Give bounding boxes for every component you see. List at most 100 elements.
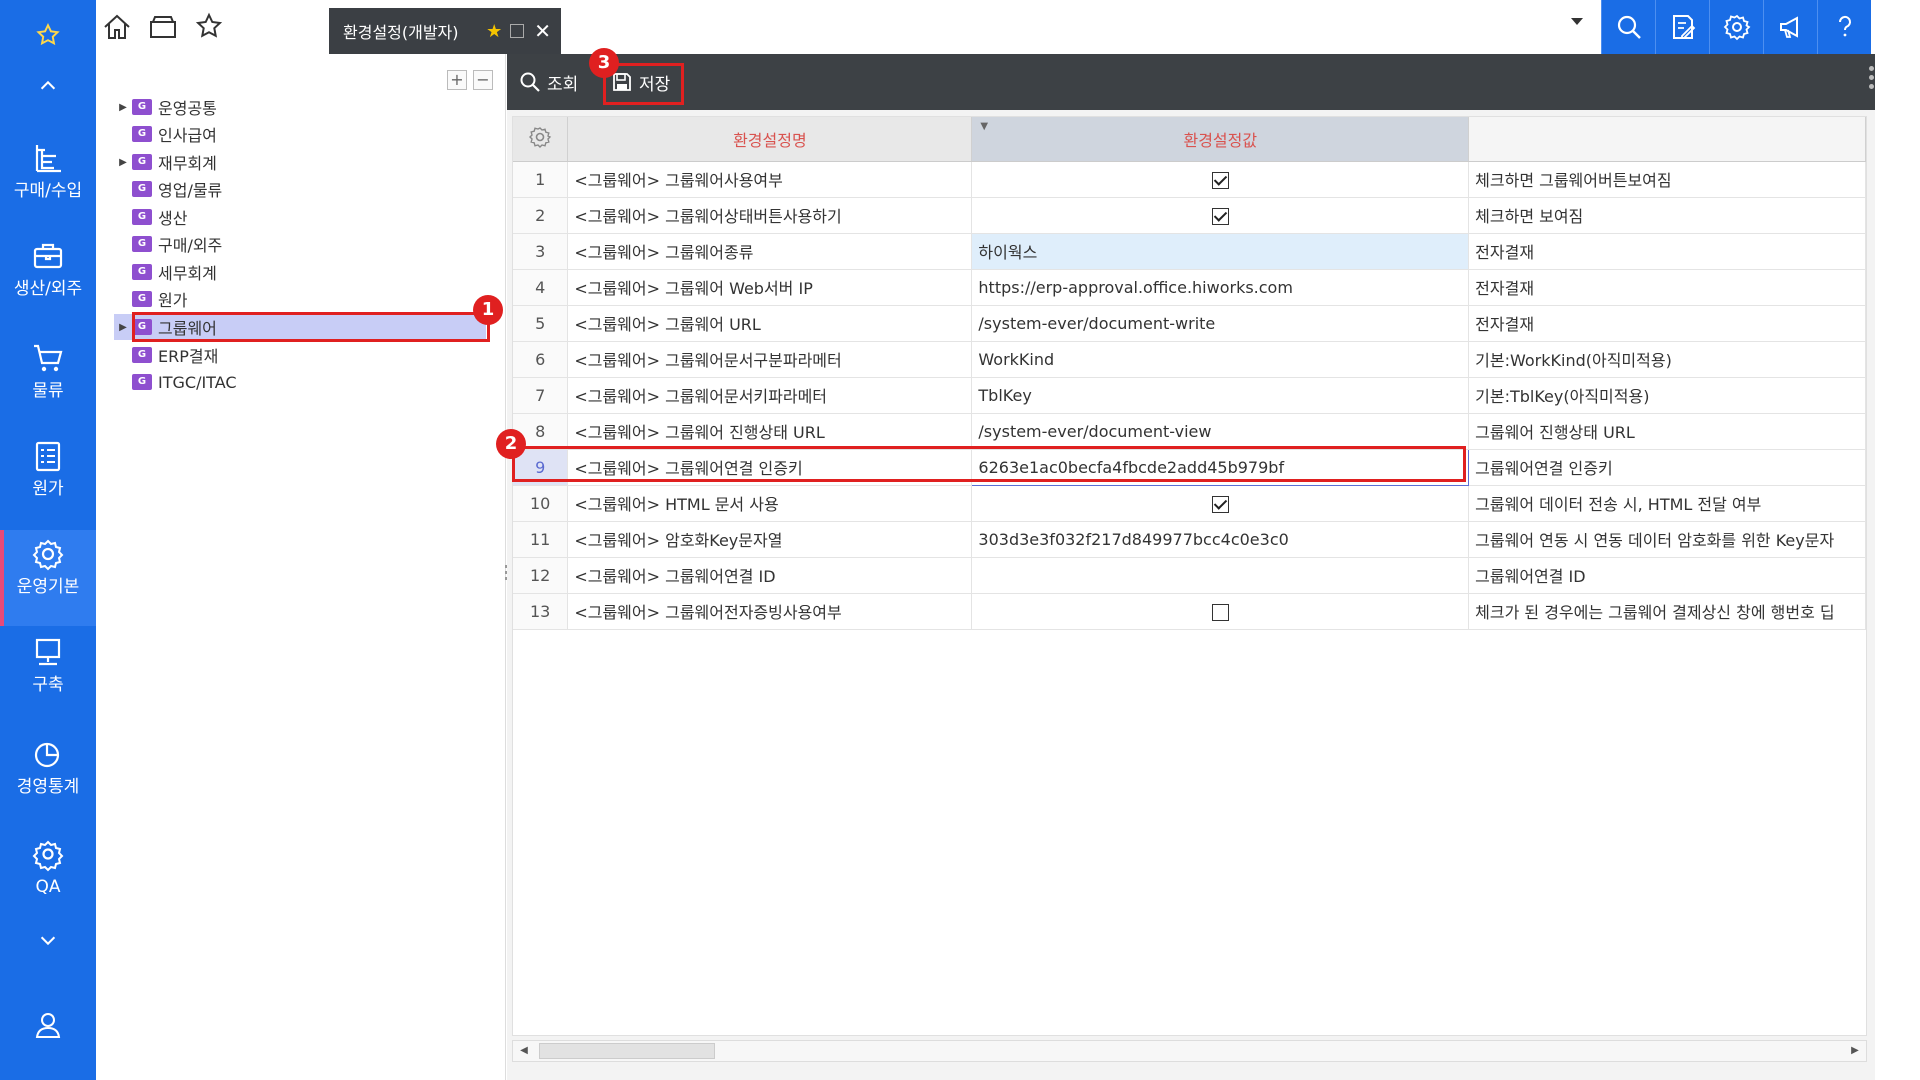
- tree-item[interactable]: G 영업/물류: [114, 176, 222, 202]
- cart-icon: [34, 344, 63, 372]
- tree-item[interactable]: ▶ G 운영공통: [114, 94, 217, 120]
- table-row[interactable]: 9 <그룹웨어> 그룹웨어연결 인증키 6263e1ac0becfa4fbcde2a…: [513, 448, 1866, 486]
- table-row[interactable]: 5 <그룹웨어> 그룹웨어 URL/system-ever/document-wr…: [513, 305, 1866, 342]
- tree-item[interactable]: G 원가: [114, 286, 187, 312]
- setting-name-cell: <그룹웨어> 그룹웨어 Web서버 IP: [567, 269, 973, 306]
- row-number: 3: [513, 233, 569, 270]
- setting-checkbox[interactable]: [1211, 495, 1229, 513]
- scroll-right-icon[interactable]: ▶: [1844, 1041, 1866, 1061]
- user-profile-icon[interactable]: [0, 1010, 96, 1047]
- tree-item[interactable]: G ITGC/ITAC: [114, 369, 237, 395]
- row-number: 12: [513, 557, 569, 594]
- setting-name-cell: <그룹웨어> 그룹웨어연결 인증키: [567, 449, 973, 486]
- tab-title: 환경설정(개발자): [343, 23, 459, 42]
- setting-value-cell[interactable]: 303d3e3f032f217d849977bcc4c0e3c0: [971, 521, 1470, 558]
- collapse-all-button[interactable]: −: [473, 70, 493, 90]
- table-row[interactable]: 2 <그룹웨어> 그룹웨어상태버튼사용하기 체크하면 보여짐: [513, 197, 1866, 234]
- tree-item[interactable]: G 인사급여: [114, 121, 217, 147]
- expand-arrow-icon[interactable]: ▶: [114, 322, 132, 333]
- setting-name-cell: <그룹웨어> HTML 문서 사용: [567, 485, 973, 522]
- save-button[interactable]: 저장: [611, 66, 670, 98]
- table-row[interactable]: 10 <그룹웨어> HTML 문서 사용 그룹웨어 데이터 전송 시, HTML 전…: [513, 485, 1866, 522]
- restore-window-icon[interactable]: [510, 24, 525, 38]
- step-badge-3: 3: [589, 48, 619, 78]
- table-row[interactable]: 3 <그룹웨어> 그룹웨어종류 하이웍스 전자결재: [513, 233, 1866, 270]
- memo-button[interactable]: [1655, 0, 1709, 54]
- table-row[interactable]: 7 <그룹웨어> 그룹웨어문서키파라메터 TblKey 기본:TblKey(아직미적용…: [513, 377, 1866, 414]
- settings-button[interactable]: [1709, 0, 1763, 54]
- folder-icon[interactable]: [146, 10, 180, 44]
- expand-arrow-icon[interactable]: ▶: [114, 102, 132, 113]
- setting-checkbox[interactable]: [1211, 603, 1229, 621]
- scroll-left-icon[interactable]: ◀: [513, 1041, 535, 1061]
- home-icon[interactable]: [100, 10, 134, 44]
- favorites-star-icon[interactable]: [0, 22, 96, 55]
- table-row[interactable]: 1 <그룹웨어> 그룹웨어사용여부 체크하면 그룹웨어버튼보여짐: [513, 161, 1866, 198]
- nav-item-build[interactable]: 구축: [0, 628, 96, 724]
- collapse-up-icon[interactable]: [0, 74, 96, 104]
- nav-item-operations[interactable]: 운영기본: [0, 530, 96, 626]
- tree-item[interactable]: G 세무회계: [114, 259, 217, 285]
- expand-all-button[interactable]: +: [447, 70, 467, 90]
- tree-item[interactable]: ▶ G 재무회계: [114, 149, 217, 175]
- help-button[interactable]: [1817, 0, 1871, 54]
- nav-item-statistics[interactable]: 경영통계: [0, 730, 96, 826]
- setting-value-cell[interactable]: [971, 197, 1470, 234]
- setting-checkbox[interactable]: [1211, 207, 1229, 225]
- setting-value-cell[interactable]: [971, 557, 1470, 594]
- column-header-name[interactable]: 환경설정명: [567, 117, 973, 162]
- setting-value-cell[interactable]: /system-ever/document-view: [971, 413, 1470, 450]
- close-icon[interactable]: ✕: [534, 19, 551, 43]
- nav-item-production[interactable]: 생산/외주: [0, 232, 96, 328]
- search-button[interactable]: [1601, 0, 1655, 54]
- tree-item-groupware[interactable]: ▶ G 그룹웨어: [114, 314, 486, 340]
- nav-item-label: 경영통계: [16, 777, 80, 797]
- nav-item-label: 구축: [32, 675, 64, 695]
- setting-name-cell: <그룹웨어> 그룹웨어전자증빙사용여부: [567, 593, 973, 630]
- setting-value-cell[interactable]: [971, 161, 1470, 198]
- right-margin: [1875, 0, 1920, 1080]
- query-button[interactable]: 조회: [519, 66, 578, 98]
- table-row[interactable]: 6 <그룹웨어> 그룹웨어문서구분파라메터 WorkKind 기본:WorkKind(…: [513, 341, 1866, 378]
- setting-checkbox[interactable]: [1211, 171, 1229, 189]
- setting-value-cell[interactable]: [971, 593, 1470, 630]
- favorite-star-icon[interactable]: ★: [486, 21, 502, 42]
- expand-arrow-icon[interactable]: ▶: [114, 157, 132, 168]
- bookmark-star-icon[interactable]: [192, 10, 226, 44]
- module-icon: G: [132, 126, 152, 142]
- tree-item[interactable]: G ERP결재: [114, 342, 218, 368]
- nav-item-logistics[interactable]: 물류: [0, 334, 96, 430]
- setting-value-cell[interactable]: 6263e1ac0becfa4fbcde2add45b979bf: [971, 448, 1470, 486]
- step-badge-2: 2: [496, 429, 526, 459]
- setting-description-cell: 전자결재: [1468, 305, 1866, 342]
- setting-value-cell[interactable]: WorkKind: [971, 341, 1470, 378]
- table-row[interactable]: 8 <그룹웨어> 그룹웨어 진행상태 URL/system-ever/docume…: [513, 413, 1866, 450]
- scroll-thumb[interactable]: [539, 1043, 715, 1059]
- table-row[interactable]: 4 <그룹웨어> 그룹웨어 Web서버 IP https://erp-approva…: [513, 269, 1866, 306]
- setting-value-cell[interactable]: TblKey: [971, 377, 1470, 414]
- tree-item[interactable]: G 생산: [114, 204, 187, 230]
- org-chart-icon: [35, 145, 61, 173]
- table-row[interactable]: 12 <그룹웨어> 그룹웨어연결 ID 그룹웨어연결 ID: [513, 557, 1866, 594]
- horizontal-scrollbar[interactable]: ◀ ▶: [512, 1040, 1867, 1062]
- column-header-description[interactable]: [1468, 117, 1866, 162]
- nav-item-cost[interactable]: 원가: [0, 432, 96, 528]
- grid-settings-icon[interactable]: [513, 117, 569, 162]
- setting-value-cell[interactable]: /system-ever/document-write: [971, 305, 1470, 342]
- setting-value-cell[interactable]: [971, 485, 1470, 522]
- column-header-value[interactable]: ▼ 환경설정값: [971, 117, 1470, 162]
- search-icon: [520, 72, 540, 92]
- table-row[interactable]: 13 <그룹웨어> 그룹웨어전자증빙사용여부 체크가 된 경우에는 그룹웨어 결제상…: [513, 593, 1866, 630]
- setting-description-cell: 체크하면 그룹웨어버튼보여짐: [1468, 161, 1866, 198]
- chevron-down-icon[interactable]: [1571, 18, 1583, 25]
- setting-value-cell[interactable]: 하이웍스: [971, 233, 1470, 270]
- expand-down-icon[interactable]: [0, 928, 96, 958]
- announcement-button[interactable]: [1763, 0, 1817, 54]
- nav-item-qa[interactable]: QA: [0, 830, 96, 926]
- table-row[interactable]: 11 <그룹웨어> 암호화Key문자열 303d3e3f032f217d849977…: [513, 521, 1866, 558]
- nav-item-purchase[interactable]: 구매/수입: [0, 134, 96, 230]
- tree-item[interactable]: G 구매/외주: [114, 231, 222, 257]
- setting-description-cell: 체크가 된 경우에는 그룹웨어 결제상신 창에 행번호 딥: [1468, 593, 1866, 630]
- setting-value-cell[interactable]: https://erp-approval.office.hiworks.com: [971, 269, 1470, 306]
- tab-environment-settings[interactable]: 환경설정(개발자) ★ ✕: [329, 8, 561, 54]
